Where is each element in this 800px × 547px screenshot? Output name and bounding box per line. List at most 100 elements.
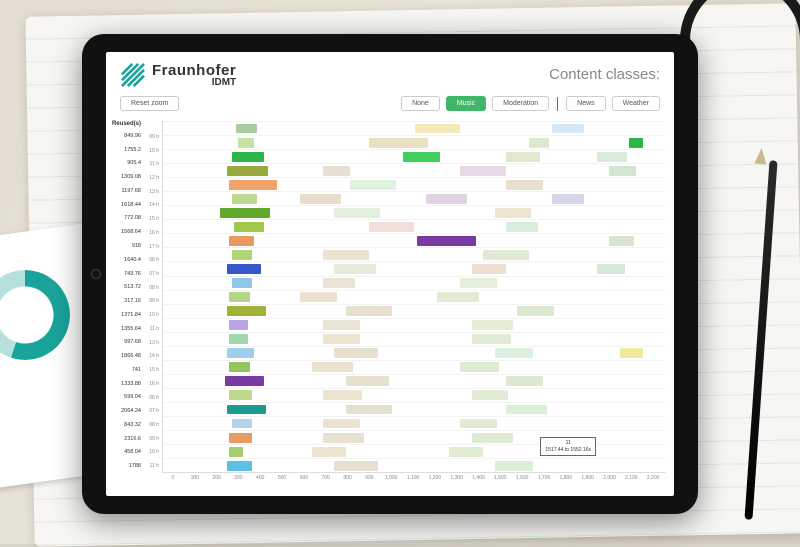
class-button-weather[interactable]: Weather bbox=[612, 96, 660, 111]
segment[interactable] bbox=[229, 236, 254, 246]
segment[interactable] bbox=[506, 222, 538, 232]
segment[interactable] bbox=[346, 306, 392, 316]
chart-row[interactable] bbox=[163, 233, 666, 247]
segment[interactable] bbox=[437, 292, 478, 302]
segment[interactable] bbox=[229, 292, 250, 302]
chart-row[interactable] bbox=[163, 416, 666, 430]
segment[interactable] bbox=[460, 362, 499, 372]
segment[interactable] bbox=[495, 348, 534, 358]
segment[interactable] bbox=[472, 390, 509, 400]
segment[interactable] bbox=[415, 124, 461, 134]
segment[interactable] bbox=[472, 433, 513, 443]
segment[interactable] bbox=[312, 362, 353, 372]
segment[interactable] bbox=[334, 264, 375, 274]
segment[interactable] bbox=[517, 306, 554, 316]
class-button-moderation[interactable]: Moderation bbox=[492, 96, 549, 111]
segment[interactable] bbox=[232, 194, 257, 204]
segment[interactable] bbox=[238, 138, 254, 148]
segment[interactable] bbox=[220, 208, 270, 218]
chart-row[interactable] bbox=[163, 163, 666, 177]
chart-row[interactable] bbox=[163, 374, 666, 388]
segment[interactable] bbox=[323, 433, 364, 443]
segment[interactable] bbox=[323, 419, 360, 429]
segment[interactable] bbox=[227, 461, 252, 471]
class-button-none[interactable]: None bbox=[401, 96, 440, 111]
chart-row[interactable] bbox=[163, 149, 666, 163]
segment[interactable] bbox=[629, 138, 643, 148]
segment[interactable] bbox=[350, 180, 396, 190]
chart-row[interactable] bbox=[163, 191, 666, 205]
chart-row[interactable] bbox=[163, 135, 666, 149]
segment[interactable] bbox=[323, 320, 360, 330]
segment[interactable] bbox=[229, 447, 243, 457]
segment[interactable] bbox=[323, 166, 350, 176]
segment[interactable] bbox=[552, 194, 584, 204]
segment[interactable] bbox=[323, 390, 362, 400]
segment[interactable] bbox=[529, 138, 550, 148]
chart-row[interactable] bbox=[163, 346, 666, 360]
segment[interactable] bbox=[234, 222, 264, 232]
segment[interactable] bbox=[620, 348, 643, 358]
segment[interactable] bbox=[232, 152, 264, 162]
segment[interactable] bbox=[460, 278, 497, 288]
segment[interactable] bbox=[229, 362, 250, 372]
chart-row[interactable] bbox=[163, 219, 666, 233]
segment[interactable] bbox=[449, 447, 483, 457]
segment[interactable] bbox=[334, 461, 377, 471]
chart-row[interactable] bbox=[163, 247, 666, 261]
segment[interactable] bbox=[334, 208, 380, 218]
chart-row[interactable] bbox=[163, 276, 666, 290]
segment[interactable] bbox=[232, 278, 253, 288]
class-button-news[interactable]: News bbox=[566, 96, 606, 111]
segment[interactable] bbox=[597, 264, 624, 274]
segment[interactable] bbox=[346, 405, 392, 415]
segment[interactable] bbox=[229, 334, 247, 344]
segment[interactable] bbox=[346, 376, 389, 386]
segment[interactable] bbox=[227, 264, 261, 274]
segment[interactable] bbox=[227, 306, 266, 316]
segment[interactable] bbox=[369, 138, 428, 148]
segment[interactable] bbox=[323, 334, 360, 344]
segment[interactable] bbox=[403, 152, 440, 162]
segment[interactable] bbox=[227, 348, 254, 358]
class-button-music[interactable]: Music bbox=[446, 96, 486, 111]
segment[interactable] bbox=[609, 166, 636, 176]
chart-area[interactable]: Reused(s) 849.961755.2905.41309.081197.6… bbox=[106, 121, 674, 473]
segment[interactable] bbox=[506, 376, 543, 386]
segment[interactable] bbox=[229, 433, 252, 443]
segment[interactable] bbox=[334, 348, 377, 358]
chart-row[interactable] bbox=[163, 290, 666, 304]
chart-row[interactable] bbox=[163, 121, 666, 135]
segment[interactable] bbox=[323, 278, 355, 288]
chart-row[interactable] bbox=[163, 261, 666, 275]
segment[interactable] bbox=[495, 208, 532, 218]
segment[interactable] bbox=[229, 320, 247, 330]
chart-row[interactable] bbox=[163, 360, 666, 374]
chart-row[interactable] bbox=[163, 318, 666, 332]
segment[interactable] bbox=[460, 419, 497, 429]
segment[interactable] bbox=[300, 194, 341, 204]
segment[interactable] bbox=[472, 334, 511, 344]
segment[interactable] bbox=[232, 250, 253, 260]
segment[interactable] bbox=[552, 124, 584, 134]
segment[interactable] bbox=[300, 292, 337, 302]
chart-row[interactable] bbox=[163, 205, 666, 219]
segment[interactable] bbox=[369, 222, 415, 232]
chart-row[interactable] bbox=[163, 458, 666, 472]
segment[interactable] bbox=[312, 447, 346, 457]
segment[interactable] bbox=[495, 461, 534, 471]
segment[interactable] bbox=[236, 124, 257, 134]
segment[interactable] bbox=[597, 152, 627, 162]
chart-row[interactable] bbox=[163, 304, 666, 318]
segment[interactable] bbox=[227, 405, 266, 415]
segment[interactable] bbox=[460, 166, 506, 176]
segment[interactable] bbox=[506, 180, 543, 190]
plot[interactable]: 11 1517.44 to 1552.16s bbox=[162, 121, 666, 473]
segment[interactable] bbox=[227, 166, 268, 176]
segment[interactable] bbox=[506, 152, 540, 162]
segment[interactable] bbox=[506, 405, 547, 415]
segment[interactable] bbox=[229, 390, 252, 400]
chart-row[interactable] bbox=[163, 332, 666, 346]
segment[interactable] bbox=[609, 236, 634, 246]
reset-zoom-button[interactable]: Reset zoom bbox=[120, 96, 179, 111]
